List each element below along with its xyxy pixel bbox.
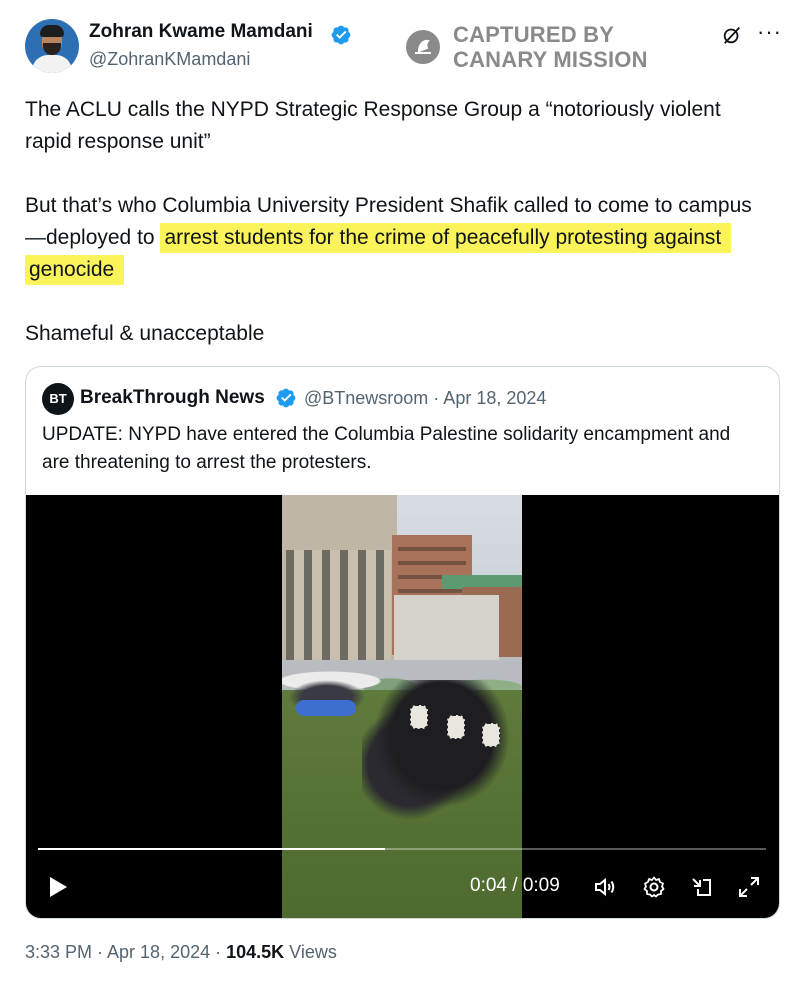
- gear-icon[interactable]: [642, 875, 666, 899]
- dock-icon[interactable]: [690, 875, 714, 899]
- volume-icon[interactable]: [593, 875, 617, 899]
- more-icon[interactable]: ···: [757, 21, 781, 43]
- play-icon[interactable]: [46, 875, 70, 899]
- views-count: 104.5K: [226, 942, 285, 962]
- tweet-timestamp[interactable]: 3:33 PM · Apr 18, 2024 ·: [25, 942, 226, 962]
- expand-icon[interactable]: [737, 875, 761, 899]
- quoted-author-name[interactable]: BreakThrough News: [80, 387, 265, 409]
- watermark-line1: CAPTURED BY: [453, 22, 615, 47]
- quoted-author-handle-date[interactable]: @BTnewsroom · Apr 18, 2024: [304, 388, 546, 409]
- video-player[interactable]: 0:04 / 0:09: [26, 495, 779, 918]
- author-name[interactable]: Zohran Kwame Mamdani: [89, 21, 313, 43]
- tweet-meta: 3:33 PM · Apr 18, 2024 · 104.5K Views: [25, 942, 337, 963]
- canary-logo-icon: [406, 30, 440, 64]
- tweet-paragraph-2: But that’s who Columbia University Presi…: [25, 190, 765, 286]
- verified-badge-icon: [331, 25, 351, 45]
- tweet-paragraph-1: The ACLU calls the NYPD Strategic Respon…: [25, 98, 721, 153]
- quoted-author-avatar[interactable]: BT: [42, 383, 74, 415]
- video-progress-fill: [38, 848, 386, 850]
- author-avatar[interactable]: [25, 19, 79, 73]
- tweet-text: The ACLU calls the NYPD Strategic Respon…: [25, 94, 765, 350]
- views-label: Views: [284, 942, 337, 962]
- verified-badge-icon: [276, 388, 296, 408]
- quoted-tweet-text: UPDATE: NYPD have entered the Columbia P…: [42, 424, 731, 473]
- canary-watermark-text: CAPTURED BY CANARY MISSION: [453, 22, 683, 72]
- grok-icon[interactable]: [721, 24, 743, 46]
- author-handle[interactable]: @ZohranKMamdani: [89, 49, 250, 70]
- quoted-tweet-card[interactable]: BT BreakThrough News @BTnewsroom · Apr 1…: [25, 366, 780, 919]
- tweet-paragraph-3: Shameful & unacceptable: [25, 322, 265, 345]
- video-frame: [282, 495, 522, 918]
- video-time: 0:04 / 0:09: [470, 875, 560, 896]
- watermark-line2: CANARY MISSION: [453, 47, 648, 72]
- video-progress-bar[interactable]: [38, 848, 766, 850]
